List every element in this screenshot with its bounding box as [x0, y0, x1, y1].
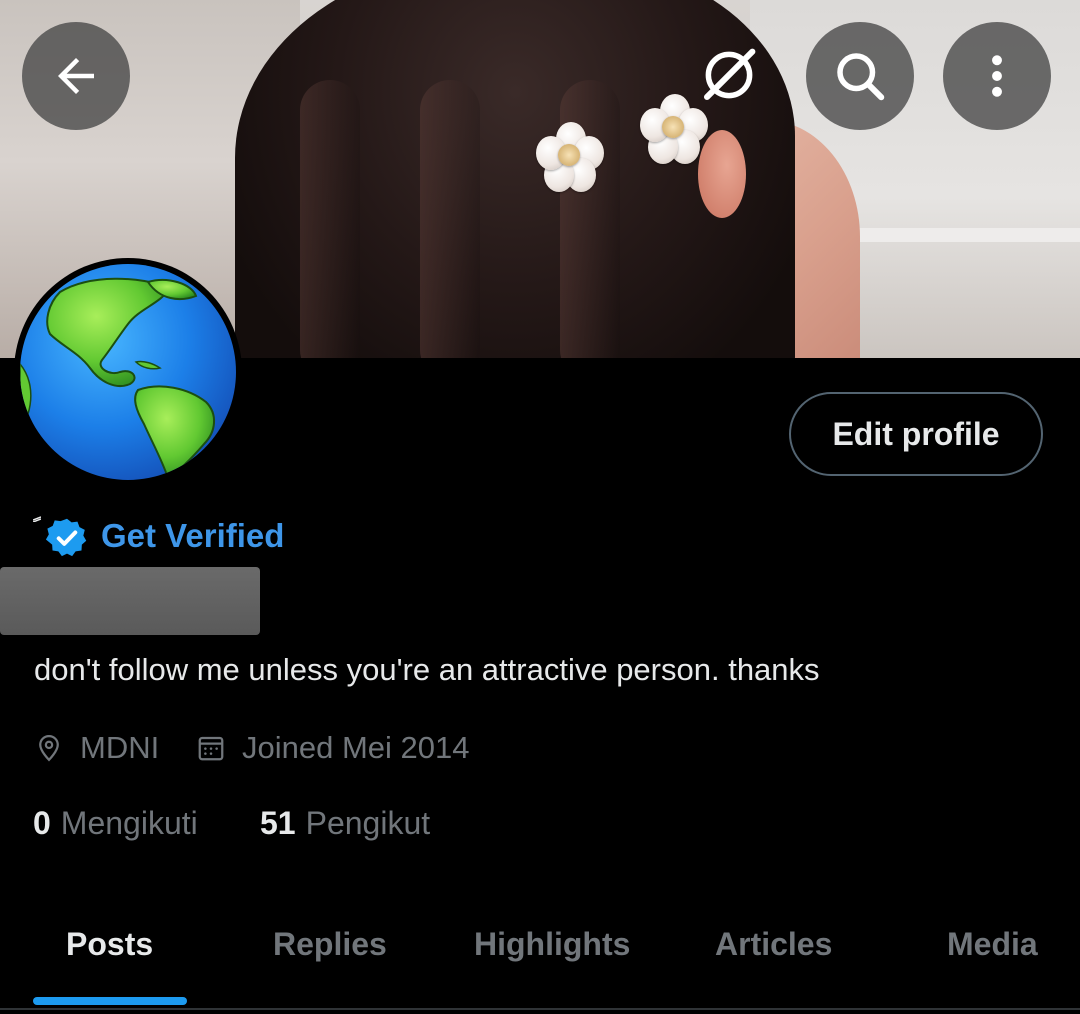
- following-label: Mengikuti: [60, 805, 198, 841]
- profile-join-date: Joined Mei 2014: [196, 730, 470, 766]
- more-button[interactable]: [943, 22, 1051, 130]
- profile-bio: don't follow me unless you're an attract…: [34, 652, 820, 687]
- tabs-divider: [0, 1008, 1080, 1010]
- banner-hair-strand: [300, 80, 360, 358]
- grok-icon: [703, 48, 756, 101]
- grok-button[interactable]: [696, 42, 762, 113]
- location-pin-icon: [39, 734, 59, 762]
- search-button[interactable]: [806, 22, 914, 130]
- banner-hair-strand: [420, 80, 480, 358]
- tab-articles[interactable]: Articles: [715, 926, 832, 963]
- active-tab-indicator: [33, 997, 187, 1005]
- join-date-text: Joined Mei 2014: [242, 730, 470, 765]
- redacted-handle: [0, 567, 260, 635]
- display-name-fragment: [33, 516, 41, 522]
- arrow-left-icon: [58, 58, 94, 94]
- more-vertical-icon: [992, 55, 1002, 97]
- tab-media[interactable]: Media: [947, 926, 1038, 963]
- hair-clip-flower: [536, 122, 606, 192]
- back-button[interactable]: [22, 22, 130, 130]
- followers-label: Pengikut: [305, 805, 431, 841]
- following-count: 0: [33, 805, 51, 841]
- tab-replies[interactable]: Replies: [273, 926, 387, 963]
- globe-americas-icon: [20, 264, 236, 480]
- get-verified-link[interactable]: Get Verified: [101, 517, 284, 555]
- followers-link[interactable]: 51 Pengikut: [260, 805, 430, 842]
- followers-count: 51: [260, 805, 296, 841]
- profile-location: MDNI: [34, 730, 159, 766]
- calendar-icon: [198, 736, 224, 761]
- tab-posts[interactable]: Posts: [66, 926, 153, 963]
- edit-profile-button[interactable]: Edit profile: [789, 392, 1043, 476]
- search-icon: [837, 53, 885, 101]
- following-link[interactable]: 0 Mengikuti: [33, 805, 198, 842]
- avatar[interactable]: [14, 258, 242, 486]
- tab-highlights[interactable]: Highlights: [474, 926, 630, 963]
- verified-badge-icon: [45, 518, 87, 557]
- location-text: MDNI: [80, 730, 160, 765]
